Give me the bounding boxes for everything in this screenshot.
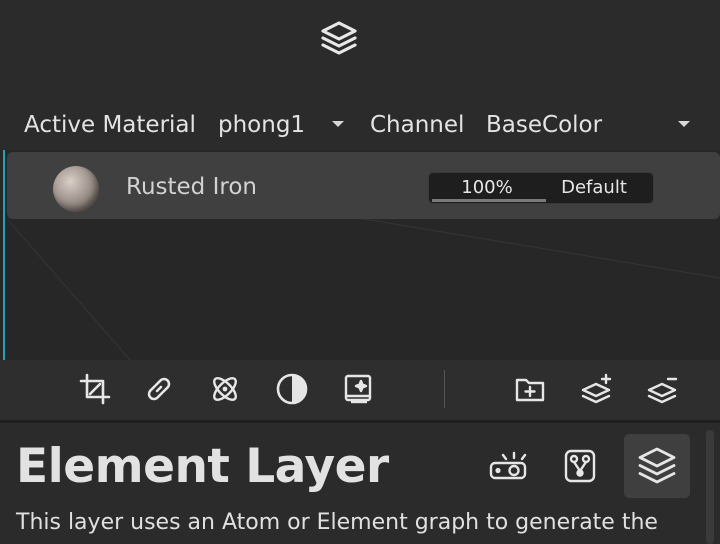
layers-stack-icon [318,18,360,60]
add-layer-icon[interactable] [577,370,615,408]
link-icon[interactable] [140,370,178,408]
toolbar-separator [444,370,445,408]
panel-description: This layer uses an Atom or Element graph… [16,510,658,535]
channel-dropdown-icon[interactable] [672,112,696,136]
layer-blend-mode[interactable]: Default [546,172,642,204]
crop-icon[interactable] [76,370,114,408]
active-material-select[interactable]: phong1 [218,110,305,140]
channel-label: Channel [370,112,465,138]
layers-icon[interactable] [624,434,690,498]
layer-name: Rusted Iron [126,174,257,200]
remove-layer-icon[interactable] [643,370,681,408]
opacity-slider-bar[interactable] [432,199,546,202]
add-folder-icon[interactable] [511,370,549,408]
atom-icon[interactable] [206,370,244,408]
layer-accent-bar [3,150,5,360]
channel-select[interactable]: BaseColor [486,110,602,140]
active-material-label: Active Material [24,112,196,138]
contrast-icon[interactable] [273,370,311,408]
node-graph-icon[interactable] [554,440,606,492]
projector-icon[interactable] [482,440,534,492]
panel-scrollbar[interactable] [706,430,714,544]
sparkle-image-icon[interactable] [339,370,377,408]
panel-title: Element Layer [16,439,389,494]
material-dropdown-icon[interactable] [326,112,350,136]
layer-thumbnail [53,166,99,212]
